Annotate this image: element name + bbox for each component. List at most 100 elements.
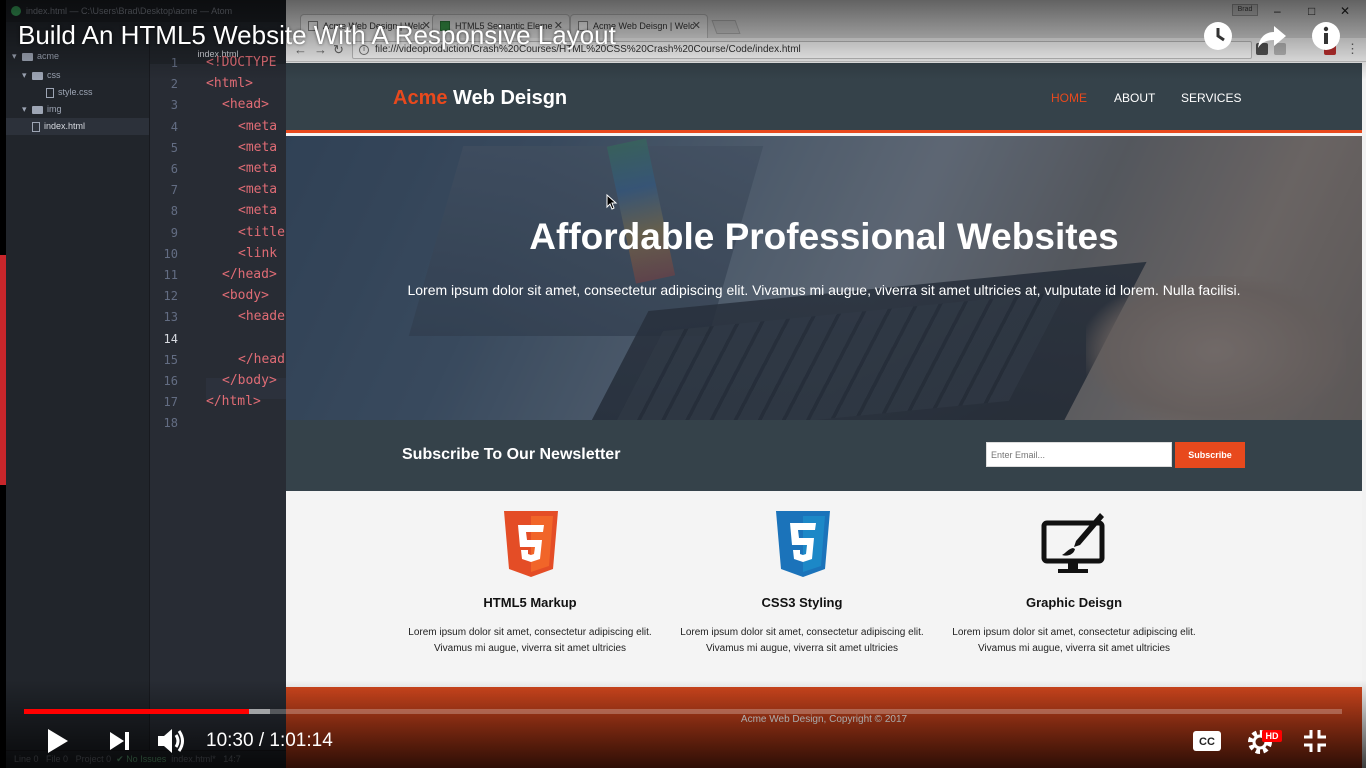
line-number: 3 (170, 98, 178, 113)
line-number: 17 (163, 395, 178, 410)
newsletter-title: Subscribe To Our Newsletter (402, 446, 621, 463)
line-number: 6 (170, 162, 178, 176)
tree-folder-img[interactable]: ▾ img (22, 101, 62, 118)
played-bar (24, 709, 250, 714)
folder-icon (32, 105, 43, 114)
code-editor[interactable]: index.html 1 <!DOCTYPE 2 <html> 3 <head> 4 <met… (150, 44, 286, 764)
newsletter-section: Subscribe To Our Newsletter Subscribe (286, 420, 1362, 491)
line-number: 4 (170, 119, 178, 134)
feature-title: HTML5 Markup (483, 595, 577, 610)
line-number: 16 (163, 374, 178, 388)
fullscreen-exit-icon[interactable] (1302, 728, 1328, 754)
project-tree: ▾ acme ▾ css style.css ▾ img index.html (6, 44, 150, 764)
website-viewport: Acme Web Deisgn HOME ABOUT SERVICES Affo… (286, 63, 1362, 768)
code-line: <link (238, 245, 278, 261)
folder-icon (22, 52, 33, 61)
graphic-design-icon (1041, 513, 1105, 573)
check-icon: ✔ (116, 754, 124, 764)
code-line: <meta (238, 161, 278, 176)
folder-icon (32, 71, 43, 80)
svg-text:CC: CC (1199, 736, 1215, 748)
css3-icon (776, 511, 830, 577)
new-tab-button[interactable] (711, 20, 741, 34)
minimize-icon[interactable]: – (1274, 4, 1281, 18)
code-line: </head (238, 351, 285, 367)
captions-icon[interactable]: CC (1192, 730, 1222, 752)
code-line: <title (238, 224, 285, 240)
tree-file-style-css[interactable]: style.css (46, 84, 93, 101)
line-number: 12 (163, 289, 178, 304)
video-player[interactable]: index.html — C:\Users\Brad\Desktop\acme … (0, 0, 1366, 768)
code-line: <body> (222, 288, 269, 304)
line-number: 8 (170, 204, 178, 219)
code-line: </body> (222, 373, 277, 388)
atom-title-bar: index.html — C:\Users\Brad\Desktop\acme … (6, 0, 286, 22)
line-number: 10 (163, 246, 178, 261)
feature-text: Lorem ipsum dolor sit amet, consectetur … (952, 627, 1196, 654)
progress-bar[interactable] (24, 709, 1342, 714)
play-icon[interactable] (46, 728, 70, 754)
showcase-text: Lorem ipsum dolor sit amet, consectetur … (407, 282, 1241, 298)
code-line: <meta (238, 118, 278, 134)
code-line: <head> (222, 97, 269, 113)
chevron-down-icon: ▾ (22, 70, 27, 80)
code-line: <meta (238, 182, 278, 198)
footer-copyright: Acme Web Design, Copyright © 2017 (740, 714, 908, 725)
line-number: 7 (170, 183, 178, 198)
chevron-down-icon: ▾ (22, 104, 27, 114)
code-line: </html> (206, 394, 261, 410)
line-number: 13 (163, 310, 178, 325)
nav-services-link[interactable]: SERVICES (1181, 91, 1241, 105)
atom-window-title: index.html — C:\Users\Brad\Desktop\acme … (26, 6, 233, 16)
window-close-icon[interactable]: ✕ (1340, 4, 1350, 18)
code-line: <meta (238, 139, 278, 155)
line-number: 11 (163, 268, 178, 282)
atom-app-icon (11, 6, 21, 16)
line-number: 2 (170, 77, 178, 92)
site-footer: Acme Web Design, Copyright © 2017 (286, 687, 1362, 768)
line-number: 9 (170, 225, 178, 240)
showcase-title: Affordable Professional Websites (529, 216, 1119, 257)
showcase-overlay (286, 136, 1362, 420)
line-number: 15 (163, 352, 178, 367)
watch-later-icon[interactable] (1202, 20, 1234, 52)
share-icon[interactable] (1256, 20, 1288, 52)
tree-file-index-html[interactable]: index.html (6, 118, 149, 135)
site-header: Acme Web Deisgn HOME ABOUT SERVICES (286, 63, 1362, 133)
code-line: <!DOCTYPE (206, 55, 277, 70)
info-icon[interactable] (1310, 20, 1342, 52)
hd-badge: HD (1262, 730, 1282, 742)
mouse-cursor-icon (606, 194, 618, 210)
code-line: <heade (238, 309, 285, 325)
nav-about-link[interactable]: ABOUT (1114, 91, 1155, 105)
tree-folder-css[interactable]: ▾ css (22, 67, 61, 84)
volume-icon[interactable] (156, 728, 188, 754)
video-title[interactable]: Build An HTML5 Website With A Responsive… (18, 20, 616, 51)
time-display: 10:30 / 1:01:14 (206, 730, 333, 751)
next-icon[interactable] (108, 731, 132, 751)
line-number: 5 (170, 140, 178, 155)
user-profile-label[interactable]: Brad (1232, 4, 1258, 16)
browser-window: Acme Web Design | Welc ✕ HTML5 Semantic … (286, 0, 1366, 768)
html5-icon (504, 511, 558, 577)
menu-icon[interactable]: ⋮ (1346, 41, 1359, 57)
file-icon (32, 121, 40, 132)
site-logo[interactable]: Acme Web Deisgn (393, 87, 567, 110)
line-number: 18 (163, 416, 178, 431)
subscribe-button[interactable]: Subscribe (1175, 442, 1245, 468)
code-line: <meta (238, 203, 278, 219)
feature-text: Lorem ipsum dolor sit amet, consectetur … (680, 627, 924, 654)
newsletter-email-input[interactable] (986, 442, 1172, 467)
feature-text: Lorem ipsum dolor sit amet, consectetur … (408, 627, 652, 654)
maximize-icon[interactable]: □ (1308, 4, 1315, 18)
file-icon (46, 87, 54, 98)
code-line: <html> (206, 76, 253, 92)
atom-editor-window: index.html — C:\Users\Brad\Desktop\acme … (6, 0, 286, 768)
close-icon[interactable]: ✕ (692, 15, 701, 37)
nav-home-link[interactable]: HOME (1051, 91, 1087, 105)
feature-title: CSS3 Styling (761, 595, 843, 610)
showcase-banner: Affordable Professional Websites Lorem i… (286, 136, 1362, 420)
line-number: 14 (163, 331, 178, 346)
code-line: </head> (222, 267, 277, 282)
feature-title: Graphic Deisgn (1025, 595, 1123, 610)
